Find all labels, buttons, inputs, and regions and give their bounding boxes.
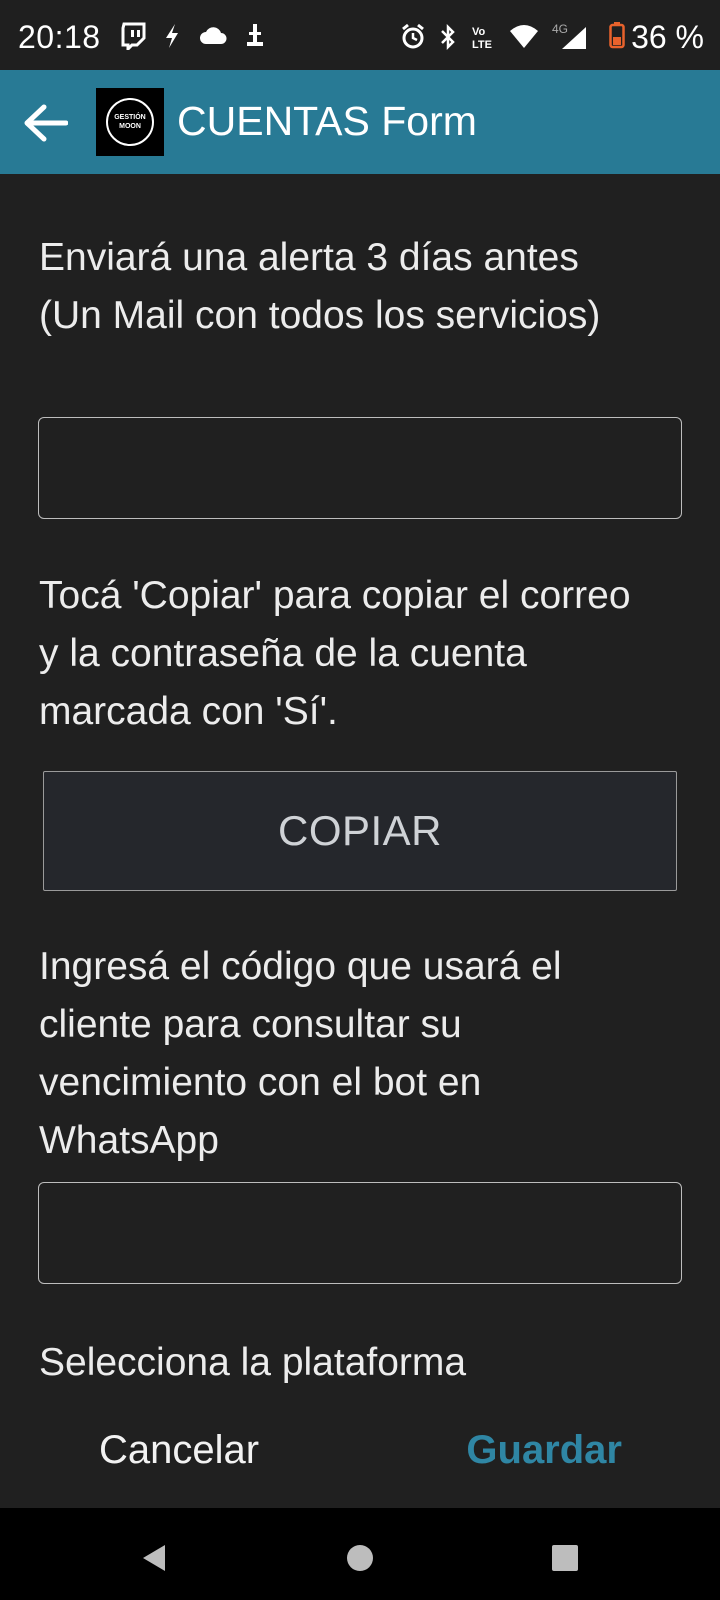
- save-button[interactable]: Guardar: [466, 1428, 622, 1473]
- app-logo: GESTIÓN MOON: [96, 88, 164, 156]
- nav-home-button[interactable]: [340, 1538, 380, 1578]
- back-triangle-icon: [143, 1545, 165, 1571]
- back-button[interactable]: [18, 96, 72, 150]
- notification-icons: [120, 22, 266, 55]
- alert-input[interactable]: [38, 417, 682, 519]
- status-time: 20:18: [18, 19, 101, 55]
- form-actions: Cancelar Guardar: [0, 1398, 720, 1508]
- form-content[interactable]: Enviará una alerta 3 días antes (Un Mail…: [0, 174, 720, 1398]
- platform-label: Selecciona la plataforma: [39, 1341, 467, 1384]
- signal-icon: 4G: [552, 22, 588, 57]
- copy-instructions-label: Tocá 'Copiar' para copiar el correo y la…: [39, 574, 631, 733]
- code-label: Ingresá el código que usará el cliente p…: [39, 945, 562, 1162]
- usb-icon: [244, 22, 266, 55]
- nav-back-button[interactable]: [134, 1538, 174, 1578]
- alarm-icon: [400, 23, 426, 56]
- volte-icon: Vo LTE: [470, 23, 496, 56]
- twitch-icon: [120, 22, 146, 55]
- system-icons: Vo LTE 4G: [400, 22, 588, 57]
- logo-text-bottom: MOON: [119, 123, 141, 130]
- page-title: CUENTAS Form: [177, 98, 477, 144]
- bluetooth-icon: [438, 23, 458, 56]
- status-bar: 20:18 Vo LTE 4G 36 %: [0, 0, 720, 70]
- nav-recents-button[interactable]: [545, 1538, 585, 1578]
- code-input[interactable]: [38, 1182, 682, 1284]
- app-bar: GESTIÓN MOON CUENTAS Form: [0, 70, 720, 174]
- logo-badge: GESTIÓN MOON: [106, 98, 154, 146]
- cancel-button[interactable]: Cancelar: [99, 1428, 259, 1473]
- svg-text:Vo: Vo: [472, 26, 486, 38]
- home-circle-icon: [347, 1545, 373, 1571]
- copy-button[interactable]: COPIAR: [43, 771, 677, 891]
- battery-status: 36 %: [609, 19, 704, 56]
- cloud-icon: [198, 24, 228, 53]
- wifi-icon: [508, 23, 540, 56]
- alert-label: Enviará una alerta 3 días antes (Un Mail…: [39, 236, 601, 337]
- svg-text:4G: 4G: [552, 22, 568, 36]
- screen: 20:18 Vo LTE 4G 36 % GESTIÓN MOON CUENTA…: [0, 0, 720, 1600]
- recents-square-icon: [552, 1545, 578, 1571]
- arrow-left-icon: [24, 104, 68, 142]
- flash-icon: [162, 22, 182, 55]
- battery-icon: [609, 21, 625, 54]
- battery-percent: 36 %: [631, 19, 704, 55]
- system-nav-bar: [0, 1508, 720, 1600]
- svg-text:LTE: LTE: [472, 39, 492, 51]
- logo-text-top: GESTIÓN: [114, 114, 146, 121]
